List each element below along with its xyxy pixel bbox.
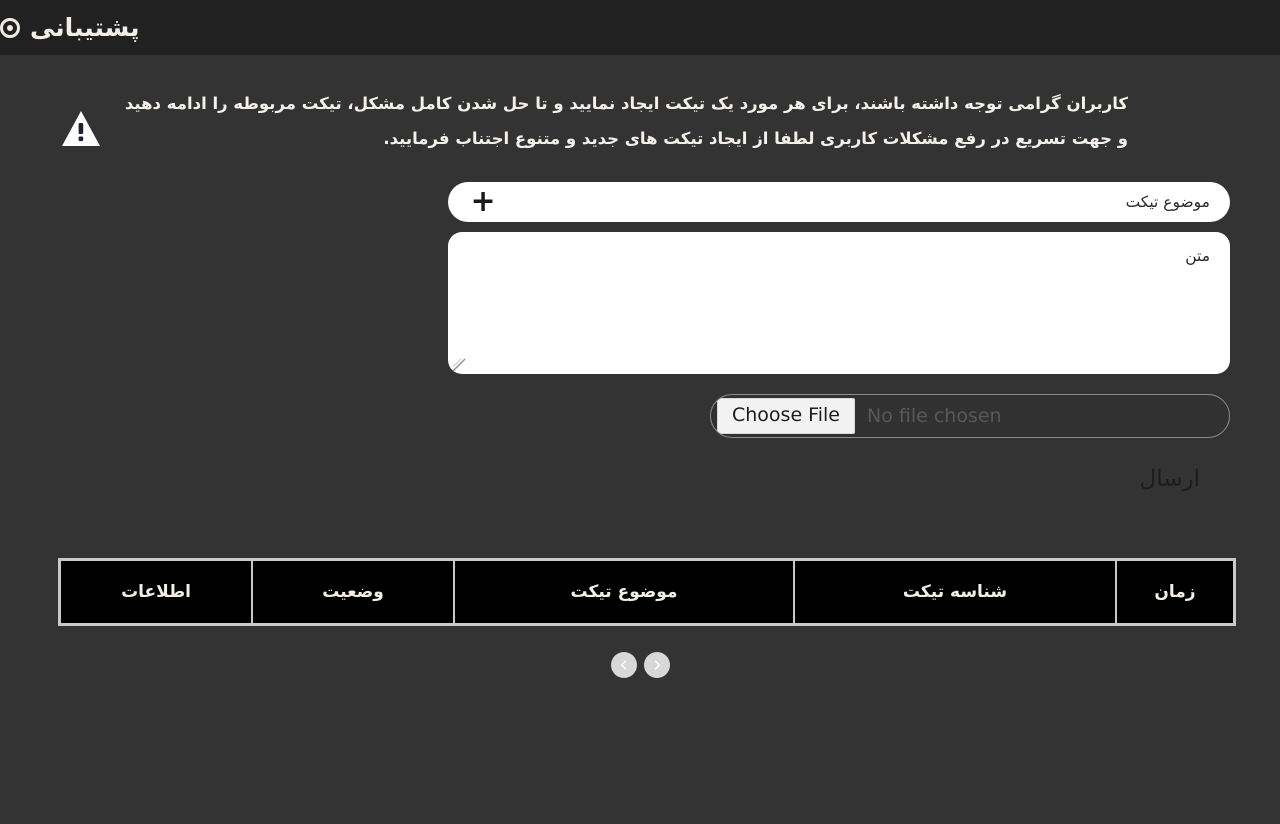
app-header: پشتیبانی	[0, 0, 1280, 55]
column-header-info[interactable]: اطلاعات	[61, 561, 251, 624]
app-header-content: پشتیبانی	[0, 15, 144, 40]
table-header-row: زمان شناسه تیکت موضوع تیکت وضعیت اطلاعات	[61, 561, 1233, 624]
ticket-form: موضوع تیکت + متن Choose File No file cho…	[0, 156, 1280, 499]
tickets-table-head: زمان شناسه تیکت موضوع تیکت وضعیت اطلاعات	[61, 561, 1233, 624]
chevron-right-icon	[651, 659, 663, 671]
column-header-status[interactable]: وضعیت	[251, 561, 453, 624]
notice-banner: کاربران گرامی توجه داشته باشند، برای هر …	[0, 55, 1280, 156]
submit-row: ارسال	[50, 460, 1230, 499]
notice-text: کاربران گرامی توجه داشته باشند، برای هر …	[124, 94, 1128, 148]
file-upload-row: Choose File No file chosen	[50, 394, 1230, 439]
ticket-body-placeholder: متن	[1185, 247, 1210, 266]
ticket-body-textarea[interactable]: متن	[448, 232, 1230, 375]
tickets-table-container: زمان شناسه تیکت موضوع تیکت وضعیت اطلاعات	[0, 558, 1280, 627]
column-header-subject[interactable]: موضوع تیکت	[453, 561, 793, 624]
pagination	[0, 652, 1280, 679]
column-header-time[interactable]: زمان	[1115, 561, 1233, 624]
ticket-subject-placeholder: موضوع تیکت	[1125, 193, 1210, 212]
chevron-left-icon	[618, 659, 630, 671]
body-field-row: متن	[50, 232, 1230, 375]
pagination-next-button[interactable]	[643, 652, 670, 679]
file-upload-control[interactable]: Choose File No file chosen	[710, 394, 1230, 439]
page-title: پشتیبانی	[30, 13, 140, 42]
submit-button[interactable]: ارسال	[1105, 460, 1230, 499]
column-header-ticket-id[interactable]: شناسه تیکت	[793, 561, 1115, 624]
pagination-prev-button[interactable]	[610, 652, 637, 679]
choose-file-button[interactable]: Choose File	[717, 398, 855, 435]
tickets-table: زمان شناسه تیکت موضوع تیکت وضعیت اطلاعات	[58, 558, 1236, 627]
ticket-subject-input[interactable]: موضوع تیکت +	[448, 182, 1230, 223]
warning-triangle-icon	[60, 109, 102, 149]
add-icon[interactable]: +	[470, 187, 496, 217]
subject-field-row: موضوع تیکت +	[50, 182, 1230, 223]
resize-handle-icon[interactable]	[452, 357, 466, 372]
support-circle-icon	[0, 17, 20, 38]
file-status-text: No file chosen	[866, 405, 1002, 428]
